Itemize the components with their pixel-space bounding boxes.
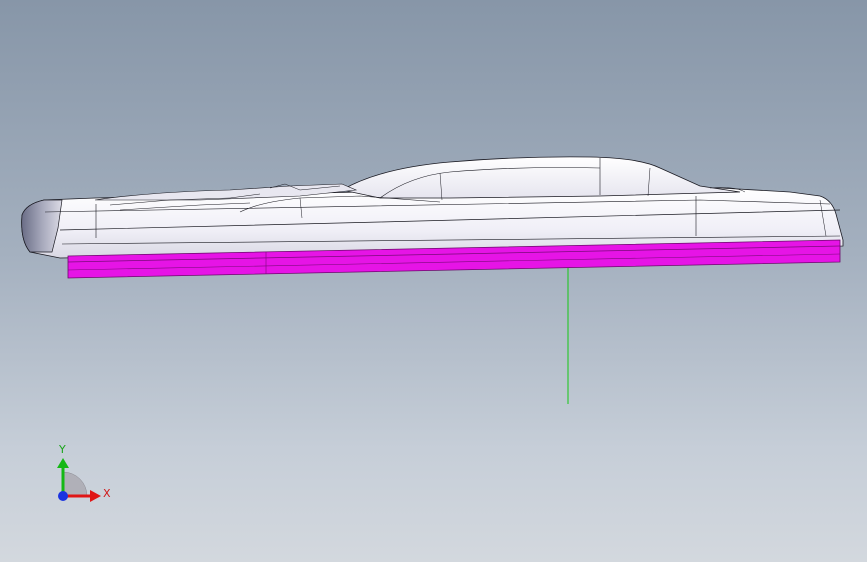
view-triad xyxy=(57,458,101,502)
cad-graphics-viewport[interactable]: Y X xyxy=(0,0,867,562)
model-view[interactable] xyxy=(0,0,867,562)
x-axis-label: X xyxy=(103,487,111,500)
y-axis-label: Y xyxy=(59,443,66,456)
